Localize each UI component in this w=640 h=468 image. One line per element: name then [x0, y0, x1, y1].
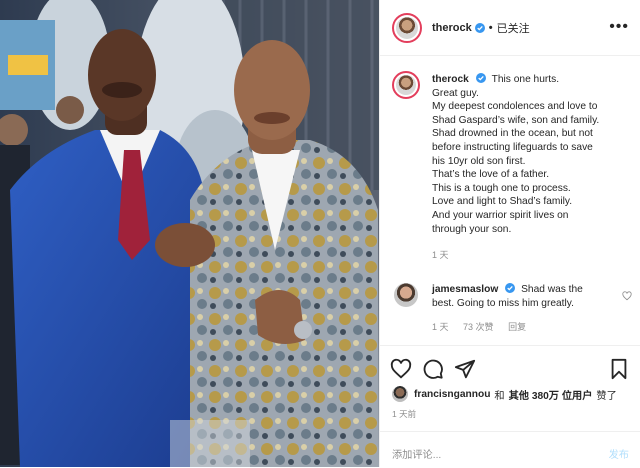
commenter-avatar[interactable] — [394, 283, 418, 307]
heart-icon[interactable] — [390, 358, 412, 380]
verified-badge-icon — [475, 73, 486, 83]
caption-time[interactable]: 1 天 — [432, 248, 636, 261]
comment-time[interactable]: 1 天 — [432, 322, 449, 332]
caption-line: through your son. — [432, 223, 512, 235]
caption-line: My deepest condolences and love to — [432, 101, 598, 113]
liker-username[interactable]: francisngannou — [414, 389, 490, 400]
verified-badge-icon — [474, 22, 485, 33]
author-avatar[interactable] — [392, 12, 422, 43]
comment-likes[interactable]: 73 次赞 — [463, 322, 494, 332]
likes-liked: 赞了 — [596, 390, 617, 402]
caption-line: This is a tough one to process. — [432, 182, 571, 194]
post-header: therock • 已关注 ••• — [380, 0, 640, 56]
share-icon[interactable] — [454, 358, 476, 380]
comment-reply-button[interactable]: 回复 — [508, 322, 526, 332]
caption-text: This one hurts. — [491, 74, 560, 85]
caption-line: Love and light to Shad’s family. — [432, 196, 573, 208]
caption-line: That’s the love of a father. — [432, 169, 550, 181]
likes-and: 和 — [494, 390, 505, 402]
liker-avatar[interactable] — [392, 386, 408, 402]
caption-line: Great guy. — [432, 87, 479, 99]
instagram-post: therock • 已关注 ••• therock This one hurts… — [0, 0, 640, 467]
comment-text: Shad was the — [521, 284, 583, 295]
likes-others[interactable]: 其他 380万 位用户 — [509, 387, 593, 402]
more-options-icon[interactable]: ••• — [609, 19, 629, 35]
comment-heart-icon[interactable] — [622, 291, 632, 301]
caption-line: therock This one hurts. — [432, 73, 636, 87]
post-sidebar: therock • 已关注 ••• therock This one hurts… — [379, 0, 640, 467]
post-comment-button[interactable]: 发布 — [609, 446, 629, 461]
caption-line: before instructing lifeguards to save — [432, 141, 593, 153]
header-separator: • — [488, 21, 493, 34]
follow-status-button[interactable]: 已关注 — [497, 20, 530, 36]
caption-body: therock This one hurts. Great guy. My de… — [432, 73, 636, 261]
action-icons — [390, 358, 630, 380]
post-timestamp[interactable]: 1 天前 — [392, 408, 416, 420]
caption-line: And your warrior spirit lives on — [432, 209, 569, 221]
comment-text: best. Going to miss him greatly. — [432, 297, 574, 309]
caption-line: his 10yr old son first. — [432, 155, 526, 167]
author-username[interactable]: therock — [432, 22, 472, 34]
caption-line: Shad drowned in the ocean, but not — [432, 128, 593, 140]
comment-meta: 1 天 73 次赞 回复 — [432, 320, 622, 333]
verified-badge-icon — [505, 283, 516, 293]
commenter-username[interactable]: jamesmaslow — [432, 284, 498, 295]
add-comment-input[interactable]: 添加评论... — [392, 446, 441, 461]
post-actions: francisngannou 和 其他 380万 位用户 赞了 1 天前 添加评… — [380, 345, 640, 467]
bookmark-icon[interactable] — [608, 358, 630, 380]
caption-line: Shad Gaspard’s wife, son and family. — [432, 114, 600, 126]
add-comment-bar: 添加评论... 发布 — [380, 431, 640, 468]
comments-section: therock This one hurts. Great guy. My de… — [380, 57, 640, 345]
caption-avatar[interactable] — [392, 71, 420, 99]
post-photo-illustration — [0, 0, 379, 467]
likes-summary: francisngannou 和 其他 380万 位用户 赞了 — [392, 386, 617, 402]
comment-icon[interactable] — [422, 358, 444, 380]
comment-body: jamesmaslow Shad was the best. Going to … — [432, 283, 622, 333]
post-photo[interactable] — [0, 0, 379, 467]
caption-username[interactable]: therock — [432, 74, 469, 85]
comment-line: jamesmaslow Shad was the — [432, 283, 622, 297]
